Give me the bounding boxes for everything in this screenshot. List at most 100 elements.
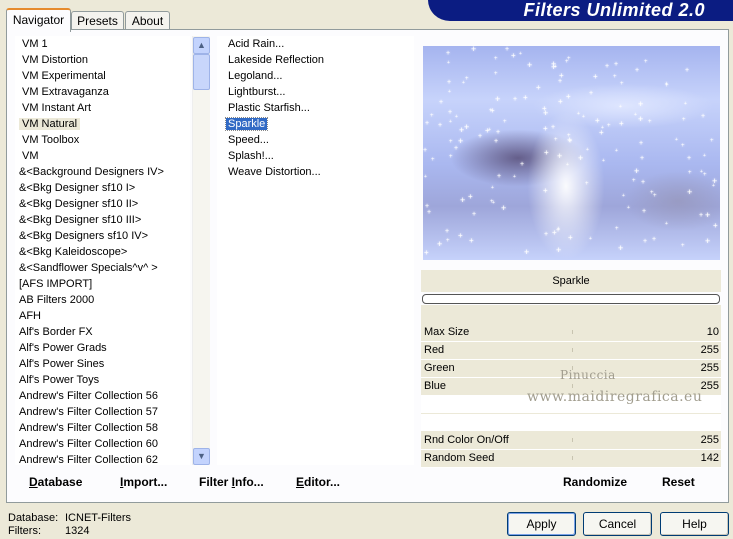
param-row[interactable]: Max Size 10 xyxy=(421,324,721,342)
filter-info-button[interactable]: Filter Info... xyxy=(199,474,264,490)
param-slider-tick xyxy=(572,330,573,334)
sparkle-mark: + xyxy=(644,59,648,65)
import-button[interactable]: Import... xyxy=(120,474,167,490)
sparkle-mark: + xyxy=(595,116,600,125)
watermark-url: www.maidiregrafica.eu xyxy=(527,389,703,405)
randomize-button[interactable]: Randomize xyxy=(563,474,627,490)
category-item[interactable]: &<Sandflower Specials^v^ > xyxy=(16,260,161,276)
sparkle-mark: + xyxy=(449,139,453,145)
category-item[interactable]: Andrew's Filter Collection 57 xyxy=(16,404,161,420)
category-item[interactable]: VM Distortion xyxy=(19,52,91,68)
filter-item[interactable]: Weave Distortion... xyxy=(226,164,323,180)
sparkle-mark: + xyxy=(423,147,428,154)
param-row[interactable]: Red 255 xyxy=(421,342,721,360)
category-item[interactable]: VM Toolbox xyxy=(19,132,82,148)
param-label: Red xyxy=(424,344,445,356)
filter-item[interactable]: Lightburst... xyxy=(226,84,287,100)
category-item[interactable]: Alf's Power Grads xyxy=(16,340,110,356)
category-item-label: &<Sandflower Specials^v^ > xyxy=(19,262,158,274)
sparkle-mark: + xyxy=(501,203,507,213)
category-item[interactable]: Andrew's Filter Collection 58 xyxy=(16,420,161,436)
filter-item[interactable]: Legoland... xyxy=(226,68,284,84)
cancel-button[interactable]: Cancel xyxy=(583,512,652,536)
scroll-down-icon[interactable]: ▼ xyxy=(193,448,210,465)
sparkle-mark: + xyxy=(665,221,668,227)
filter-item[interactable]: Speed... xyxy=(226,132,271,148)
sparkle-mark: + xyxy=(641,179,646,186)
sparkle-mark: + xyxy=(449,119,452,125)
category-item[interactable]: AFH xyxy=(16,308,44,324)
sparkle-mark: + xyxy=(681,143,685,149)
sparkle-mark: + xyxy=(472,211,477,218)
category-item[interactable]: AB Filters 2000 xyxy=(16,292,97,308)
category-item[interactable]: &<Bkg Designer sf10 III> xyxy=(16,212,144,228)
database-button[interactable]: Database xyxy=(29,474,82,490)
sparkle-mark: + xyxy=(713,221,718,230)
scroll-up-icon[interactable]: ▲ xyxy=(193,37,210,54)
sparkle-mark: + xyxy=(627,205,630,211)
filter-item-label: Speed... xyxy=(228,134,269,146)
tab-navigator[interactable]: Navigator xyxy=(6,8,71,32)
category-item-label: Andrew's Filter Collection 60 xyxy=(19,438,159,450)
apply-button[interactable]: Apply xyxy=(507,512,576,536)
category-item[interactable]: Andrew's Filter Collection 62 xyxy=(16,452,161,465)
sparkle-mark: + xyxy=(710,138,714,144)
category-item-label: Alf's Power Toys xyxy=(19,374,100,386)
sparkle-mark: + xyxy=(589,236,592,242)
reset-button[interactable]: Reset xyxy=(662,474,695,490)
sparkle-mark: + xyxy=(712,183,715,189)
param-slider-tick xyxy=(572,384,573,388)
sparkle-mark: + xyxy=(544,148,549,157)
category-item-label: AFH xyxy=(19,310,41,322)
sparkle-mark: + xyxy=(496,129,501,136)
sparkle-mark: + xyxy=(700,169,703,175)
filter-item[interactable]: Plastic Starfish... xyxy=(226,100,312,116)
sparkle-mark: + xyxy=(589,90,594,97)
filter-item-label: Plastic Starfish... xyxy=(228,102,310,114)
help-button[interactable]: Help xyxy=(660,512,729,536)
category-item[interactable]: Alf's Border FX xyxy=(16,324,96,340)
category-item[interactable]: VM 1 xyxy=(19,36,51,52)
sparkle-mark: + xyxy=(511,51,516,60)
filter-item[interactable]: Acid Rain... xyxy=(226,36,286,52)
category-item[interactable]: &<Bkg Designer sf10 II> xyxy=(16,196,141,212)
sparkle-mark: + xyxy=(513,96,518,103)
filter-item[interactable]: Sparkle xyxy=(224,116,269,132)
sparkle-mark: + xyxy=(497,173,502,180)
category-list[interactable]: VM 1 VM Distortion VM Experimental VM Extra… xyxy=(15,36,190,465)
category-item[interactable]: &<Bkg Kaleidoscope> xyxy=(16,244,130,260)
category-item[interactable]: VM xyxy=(19,148,42,164)
category-item[interactable]: VM Instant Art xyxy=(19,100,94,116)
filter-item-label: Lakeside Reflection xyxy=(228,54,325,66)
param-row[interactable]: Random Seed 142 xyxy=(421,450,721,468)
category-scrollbar[interactable]: ▲ ▼ xyxy=(192,36,210,465)
category-item-label: &<Bkg Designer sf10 III> xyxy=(19,214,142,226)
sparkle-mark: + xyxy=(471,46,477,54)
category-item[interactable]: Andrew's Filter Collection 56 xyxy=(16,388,161,404)
category-item[interactable]: &<Background Designers IV> xyxy=(16,164,167,180)
category-item[interactable]: VM Natural xyxy=(19,116,81,132)
sparkle-mark: + xyxy=(431,157,435,163)
filter-item[interactable]: Lakeside Reflection xyxy=(226,52,326,68)
category-item[interactable]: &<Bkg Designers sf10 IV> xyxy=(16,228,151,244)
sparkle-mark: + xyxy=(536,83,541,92)
param-row[interactable]: Rnd Color On/Off 255 xyxy=(421,432,721,450)
filter-list[interactable]: Acid Rain... Lakeside Reflection Legoland.… xyxy=(217,36,414,465)
tab-about[interactable]: About xyxy=(125,11,170,30)
sparkle-mark: + xyxy=(445,228,450,235)
scroll-thumb[interactable] xyxy=(193,54,210,90)
category-item[interactable]: Alf's Power Sines xyxy=(16,356,107,372)
editor-button[interactable]: Editor... xyxy=(296,474,340,490)
tab-presets[interactable]: Presets xyxy=(71,11,124,30)
filter-item-label: Acid Rain... xyxy=(228,38,285,50)
category-item[interactable]: Andrew's Filter Collection 60 xyxy=(16,436,161,452)
category-item[interactable]: VM Experimental xyxy=(19,68,109,84)
category-item[interactable]: VM Extravaganza xyxy=(19,84,112,100)
category-item[interactable]: &<Bkg Designer sf10 I> xyxy=(16,180,138,196)
category-item[interactable]: [AFS IMPORT] xyxy=(16,276,95,292)
sparkle-mark: + xyxy=(643,238,648,245)
filter-item[interactable]: Splash!... xyxy=(226,148,276,164)
category-item[interactable]: Alf's Power Toys xyxy=(16,372,102,388)
sparkle-mark: + xyxy=(425,120,430,127)
sparkle-mark: + xyxy=(615,148,618,154)
